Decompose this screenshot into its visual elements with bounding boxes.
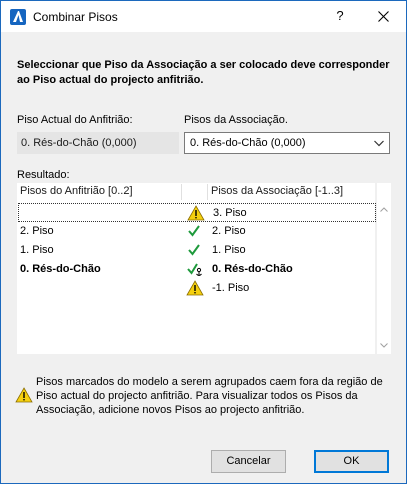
- scroll-up-icon[interactable]: [380, 207, 388, 212]
- host-cell: 2. Piso: [20, 225, 54, 237]
- ok-button[interactable]: OK: [314, 450, 389, 473]
- host-cell: 1. Piso: [20, 244, 54, 256]
- check-icon: [186, 223, 204, 240]
- host-story-field: 0. Rés-do-Chão (0,000): [17, 132, 179, 154]
- column-divider: [207, 184, 208, 200]
- results-scrollbar[interactable]: [377, 183, 391, 354]
- results-table: Pisos do Anfitrião [0..2] Pisos da Assoc…: [17, 183, 376, 354]
- column-divider: [181, 184, 182, 200]
- assoc-cell: 3. Piso: [213, 207, 247, 219]
- close-icon: [378, 11, 389, 22]
- cancel-button[interactable]: Cancelar: [211, 450, 286, 473]
- help-button[interactable]: ?: [323, 2, 357, 31]
- host-cell: 0. Rés-do-Chão: [20, 263, 101, 275]
- warning-note: Pisos marcados do modelo a serem agrupad…: [36, 376, 383, 416]
- assoc-story-selected: 0. Rés-do-Chão (0,000): [190, 137, 306, 149]
- warning-icon: [187, 205, 205, 222]
- assoc-story-select[interactable]: 0. Rés-do-Chão (0,000): [184, 132, 390, 154]
- combine-stories-dialog: Combinar Pisos ? Seleccionar que Piso da…: [0, 0, 407, 484]
- table-row[interactable]: 2. Piso 2. Piso: [18, 222, 376, 241]
- check-icon: [186, 242, 204, 259]
- title-bar: Combinar Pisos ?: [1, 1, 406, 32]
- table-row[interactable]: 1. Piso 1. Piso: [18, 241, 376, 260]
- col-assoc-header: Pisos da Associação [-1..3]: [211, 185, 344, 197]
- assoc-cell: 1. Piso: [212, 244, 246, 256]
- window-title: Combinar Pisos: [33, 10, 118, 24]
- close-button[interactable]: [362, 2, 404, 31]
- host-story-label: Piso Actual do Anfitrião:: [17, 114, 133, 126]
- instruction-text: Seleccionar que Piso da Associação a ser…: [17, 59, 390, 86]
- table-row[interactable]: 3. Piso: [18, 203, 376, 222]
- result-label: Resultado:: [17, 169, 70, 181]
- table-row[interactable]: -1. Piso: [18, 279, 376, 298]
- assoc-story-label: Pisos da Associação.: [184, 114, 288, 126]
- chevron-down-icon: [374, 140, 384, 147]
- assoc-cell: 2. Piso: [212, 225, 246, 237]
- app-icon: [10, 9, 26, 25]
- warning-icon: [186, 280, 204, 297]
- assoc-cell: 0. Rés-do-Chão: [212, 263, 293, 275]
- table-header: Pisos do Anfitrião [0..2] Pisos da Assoc…: [18, 184, 376, 200]
- table-row[interactable]: 0. Rés-do-Chão 0. Rés-do-Chão: [18, 260, 376, 279]
- col-host-header: Pisos do Anfitrião [0..2]: [20, 185, 133, 197]
- assoc-cell: -1. Piso: [212, 282, 250, 294]
- warning-icon: [15, 387, 33, 406]
- check-anchor-icon: [186, 261, 204, 278]
- scroll-down-icon[interactable]: [380, 343, 388, 348]
